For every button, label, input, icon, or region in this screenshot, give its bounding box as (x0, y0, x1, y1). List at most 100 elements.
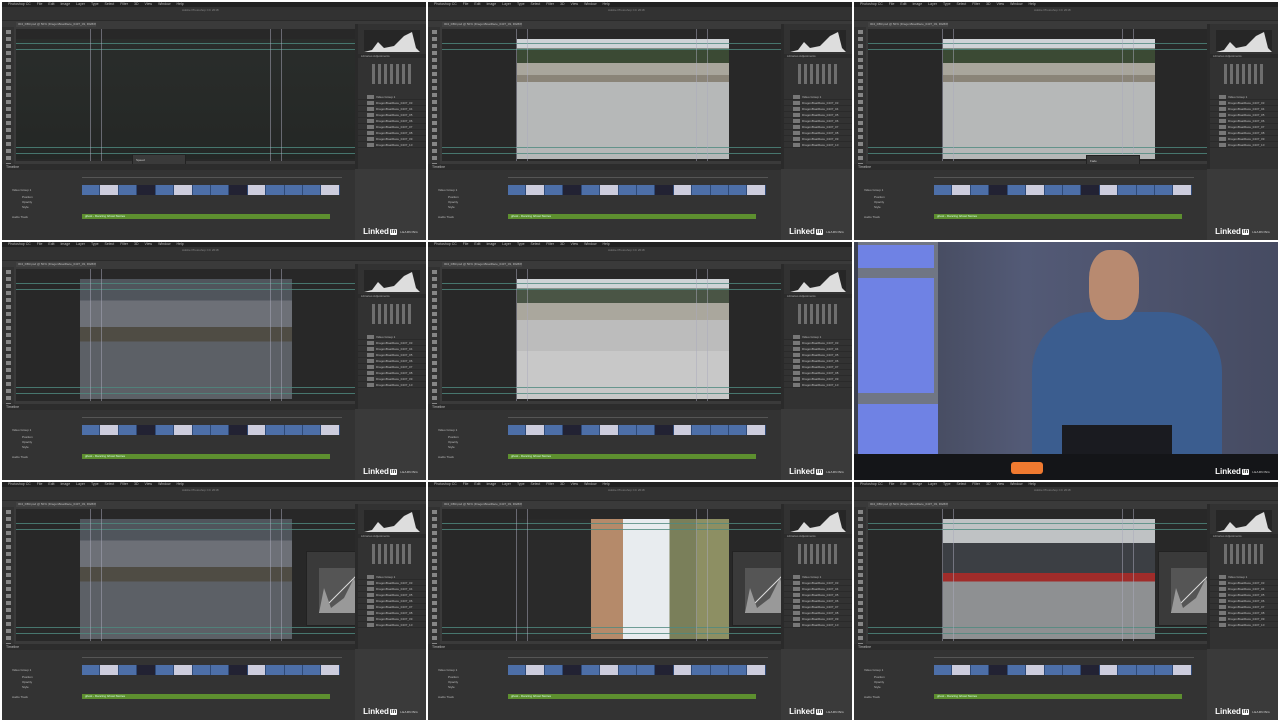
video-clip[interactable] (247, 425, 267, 435)
adjustment-icons[interactable] (798, 64, 840, 84)
video-clip[interactable] (266, 665, 285, 675)
tool-icon[interactable] (431, 636, 437, 640)
document-tab[interactable]: 004_DB3.psd @ 50% (DragonBoatRace_0437_0… (868, 502, 948, 507)
video-clip[interactable] (266, 185, 285, 195)
video-clip[interactable] (1137, 665, 1156, 675)
video-clip[interactable] (1099, 185, 1119, 195)
tool-icon[interactable] (857, 58, 863, 62)
video-clip[interactable] (692, 185, 711, 195)
video-track[interactable] (508, 185, 766, 195)
tool-icon[interactable] (857, 79, 863, 83)
video-clip[interactable] (729, 185, 748, 195)
layer-row[interactable]: DragonBoatRace_0437_10 (1210, 142, 1278, 148)
tool-icon[interactable] (5, 566, 11, 570)
video-track[interactable] (82, 665, 340, 675)
tool-icon[interactable] (431, 312, 437, 316)
video-clip[interactable] (655, 665, 674, 675)
tool-icon[interactable] (431, 284, 437, 288)
adjustment-icons[interactable] (372, 64, 414, 84)
tool-icon[interactable] (431, 340, 437, 344)
tool-icon[interactable] (431, 51, 437, 55)
tool-icon[interactable] (431, 538, 437, 542)
audio-clip[interactable]: ghost - Dancing Ghost Stories (934, 694, 1182, 699)
tool-icon[interactable] (431, 368, 437, 372)
tool-icon[interactable] (431, 58, 437, 62)
video-clip[interactable] (1063, 665, 1082, 675)
video-clip[interactable] (747, 185, 766, 195)
tool-icon[interactable] (431, 72, 437, 76)
adjustment-icons[interactable] (1224, 544, 1266, 564)
panel-tabs[interactable]: Libraries Adjustments (784, 54, 852, 58)
tool-icon[interactable] (431, 580, 437, 584)
tool-icon[interactable] (431, 524, 437, 528)
panel-tabs[interactable]: Libraries Adjustments (784, 534, 852, 538)
video-thumbnail[interactable]: Photoshop CC File Edit Image Layer Type Select… (428, 482, 852, 720)
tool-icon[interactable] (5, 326, 11, 330)
tool-icon[interactable] (857, 615, 863, 619)
panel-tabs[interactable]: Libraries Adjustments (358, 54, 426, 58)
video-clip[interactable] (934, 665, 953, 675)
video-clip[interactable] (82, 425, 101, 435)
canvas[interactable]: Fade (868, 29, 1207, 183)
video-track[interactable] (82, 185, 340, 195)
tool-icon[interactable] (857, 538, 863, 542)
adjustment-icons[interactable] (798, 304, 840, 324)
video-clip[interactable] (692, 665, 711, 675)
video-clip[interactable] (174, 425, 193, 435)
tool-icon[interactable] (431, 100, 437, 104)
tool-icon[interactable] (5, 65, 11, 69)
tool-icon[interactable] (431, 615, 437, 619)
video-clip[interactable] (1118, 185, 1137, 195)
video-clip[interactable] (1137, 185, 1156, 195)
layer-row[interactable]: DragonBoatRace_0437_10 (784, 142, 852, 148)
video-clip[interactable] (211, 425, 230, 435)
tool-icon[interactable] (431, 531, 437, 535)
tool-icon[interactable] (857, 156, 863, 160)
tool-icon[interactable] (5, 587, 11, 591)
video-clip[interactable] (637, 665, 656, 675)
tool-icon[interactable] (5, 100, 11, 104)
video-clip[interactable] (526, 665, 545, 675)
tool-icon[interactable] (5, 389, 11, 393)
tool-icon[interactable] (5, 284, 11, 288)
layer-row[interactable]: DragonBoatRace_0437_10 (1210, 622, 1278, 628)
video-clip[interactable] (1081, 185, 1100, 195)
video-thumbnail[interactable]: Photoshop CC File Edit Image Layer Type Select… (2, 242, 426, 480)
video-clip[interactable] (545, 185, 564, 195)
canvas[interactable] (868, 509, 1220, 641)
tool-icon[interactable] (5, 382, 11, 386)
video-thumbnail[interactable]: Photoshop CC File Edit Image Layer Type Select… (854, 482, 1278, 720)
tool-icon[interactable] (431, 37, 437, 41)
tool-icon[interactable] (857, 107, 863, 111)
video-clip[interactable] (600, 425, 619, 435)
tool-icon[interactable] (5, 58, 11, 62)
video-clip[interactable] (1026, 185, 1045, 195)
tool-icon[interactable] (431, 566, 437, 570)
video-clip[interactable] (119, 665, 138, 675)
canvas[interactable] (442, 269, 781, 401)
tool-icon[interactable] (5, 270, 11, 274)
video-clip[interactable] (934, 185, 953, 195)
tool-icon[interactable] (5, 44, 11, 48)
tool-icon[interactable] (857, 135, 863, 139)
tool-icon[interactable] (5, 573, 11, 577)
tool-icon[interactable] (431, 375, 437, 379)
video-track[interactable] (934, 665, 1192, 675)
canvas[interactable] (442, 509, 794, 641)
video-clip[interactable] (673, 425, 693, 435)
video-thumbnail[interactable]: Linked in LEARNING (854, 242, 1278, 480)
audio-clip[interactable]: ghost - Dancing Ghost Stories (508, 214, 756, 219)
video-clip[interactable] (247, 665, 267, 675)
document-tab[interactable]: 004_DB3.psd @ 50% (DragonBoatRace_0437_0… (16, 502, 96, 507)
tool-icon[interactable] (5, 277, 11, 281)
tool-icon[interactable] (857, 51, 863, 55)
tool-icon[interactable] (857, 594, 863, 598)
video-clip[interactable] (600, 185, 619, 195)
tool-icon[interactable] (431, 319, 437, 323)
tool-icon[interactable] (431, 594, 437, 598)
tool-icon[interactable] (431, 93, 437, 97)
video-clip[interactable] (1118, 665, 1137, 675)
tool-icon[interactable] (857, 545, 863, 549)
video-clip[interactable] (637, 425, 656, 435)
tool-icon[interactable] (431, 545, 437, 549)
